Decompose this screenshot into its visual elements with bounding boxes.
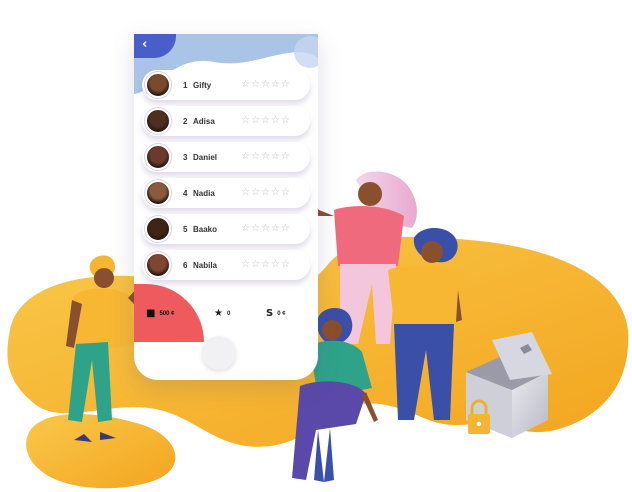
leaderboard-row[interactable]: 5 Baako ☆ ☆ ☆ ☆ ☆ [142,214,310,244]
leaderboard-row[interactable]: 4 Nadia ☆ ☆ ☆ ☆ ☆ [142,178,310,208]
star-outline-icon[interactable]: ☆ [271,80,280,90]
star-outline-icon[interactable]: ☆ [241,188,250,198]
avatar [145,252,171,278]
avatar [145,108,171,134]
star-outline-icon[interactable]: ☆ [261,224,270,234]
avatar [145,216,171,242]
star-outline-icon[interactable]: ☆ [281,224,290,234]
star-outline-icon[interactable]: ☆ [281,80,290,90]
star-outline-icon[interactable]: ☆ [261,116,270,126]
star-rating[interactable]: ☆ ☆ ☆ ☆ ☆ [241,188,290,198]
rank-number: 2 [183,116,188,126]
cube-icon: ■ [146,308,156,319]
star-outline-icon[interactable]: ☆ [241,224,250,234]
star-rating[interactable]: ☆ ☆ ☆ ☆ ☆ [241,152,290,162]
chevron-left-icon: ‹ [142,37,148,52]
star-outline-icon[interactable]: ☆ [261,80,270,90]
avatar [145,72,171,98]
leaderboard-list: 1 Gifty ☆ ☆ ☆ ☆ ☆ 2 Adisa ☆ ☆ ☆ ☆ ☆ 3 Daniel ☆ ☆ ☆ ☆ ☆ 4 Nadia… [142,70,310,286]
star-rating[interactable]: ☆ ☆ ☆ ☆ ☆ [241,80,290,90]
star-outline-icon[interactable]: ☆ [241,152,250,162]
s-counter[interactable]: S 0 ¢ [266,308,286,319]
rank-number: 1 [183,80,188,90]
player-name: Gifty [193,80,212,90]
star-outline-icon[interactable]: ☆ [271,152,280,162]
player-name: Baako [193,224,218,234]
footer-bar: ■ 500 ¢ ★ 0 S 0 ¢ [134,284,318,342]
star-outline-icon[interactable]: ☆ [251,152,260,162]
star-outline-icon[interactable]: ☆ [251,116,260,126]
leaderboard-row[interactable]: 3 Daniel ☆ ☆ ☆ ☆ ☆ [142,142,310,172]
s-value: 0 ¢ [277,310,286,317]
star-outline-icon[interactable]: ☆ [241,80,250,90]
coins-counter[interactable]: ■ 500 ¢ [146,308,174,319]
leaderboard-row[interactable]: 2 Adisa ☆ ☆ ☆ ☆ ☆ [142,106,310,136]
rank-number: 3 [183,152,188,162]
player-name: Nabila [193,260,218,270]
illustration-scene: ‹ 1 Gifty ☆ ☆ ☆ ☆ ☆ 2 Adisa ☆ ☆ ☆ ☆ ☆ 3 Daniel ☆ ☆ ☆ ☆ ☆ 4 Nad… [0,0,632,492]
star-rating[interactable]: ☆ ☆ ☆ ☆ ☆ [241,116,290,126]
player-name: Nadia [193,188,215,198]
rank-number: 6 [183,260,188,270]
phone-mockup: ‹ 1 Gifty ☆ ☆ ☆ ☆ ☆ 2 Adisa ☆ ☆ ☆ ☆ ☆ 3 Daniel ☆ ☆ ☆ ☆ ☆ 4 Nad… [134,34,318,380]
star-outline-icon[interactable]: ☆ [251,188,260,198]
avatar [145,144,171,170]
star-outline-icon[interactable]: ☆ [251,260,260,270]
star-outline-icon[interactable]: ☆ [251,80,260,90]
stars-counter[interactable]: ★ 0 [214,308,230,319]
yellow-blob-small [26,414,176,489]
star-icon: ★ [214,308,223,319]
rank-number: 4 [183,188,188,198]
star-outline-icon[interactable]: ☆ [241,260,250,270]
s-icon: S [266,308,274,319]
star-rating[interactable]: ☆ ☆ ☆ ☆ ☆ [241,224,290,234]
player-name: Daniel [193,152,218,162]
avatar [145,180,171,206]
star-outline-icon[interactable]: ☆ [281,188,290,198]
star-outline-icon[interactable]: ☆ [271,260,280,270]
star-rating[interactable]: ☆ ☆ ☆ ☆ ☆ [241,260,290,270]
star-outline-icon[interactable]: ☆ [271,188,280,198]
coins-value: 500 ¢ [159,310,175,317]
star-outline-icon[interactable]: ☆ [261,152,270,162]
stars-value: 0 [226,310,231,317]
star-outline-icon[interactable]: ☆ [261,188,270,198]
leaderboard-row[interactable]: 1 Gifty ☆ ☆ ☆ ☆ ☆ [142,70,310,100]
rank-number: 5 [183,224,188,234]
star-outline-icon[interactable]: ☆ [281,152,290,162]
star-outline-icon[interactable]: ☆ [241,116,250,126]
star-outline-icon[interactable]: ☆ [281,260,290,270]
star-outline-icon[interactable]: ☆ [271,224,280,234]
star-outline-icon[interactable]: ☆ [281,116,290,126]
player-name: Adisa [193,116,215,126]
star-outline-icon[interactable]: ☆ [251,224,260,234]
leaderboard-row[interactable]: 6 Nabila ☆ ☆ ☆ ☆ ☆ [142,250,310,280]
star-outline-icon[interactable]: ☆ [271,116,280,126]
home-button[interactable] [202,336,236,370]
star-outline-icon[interactable]: ☆ [261,260,270,270]
